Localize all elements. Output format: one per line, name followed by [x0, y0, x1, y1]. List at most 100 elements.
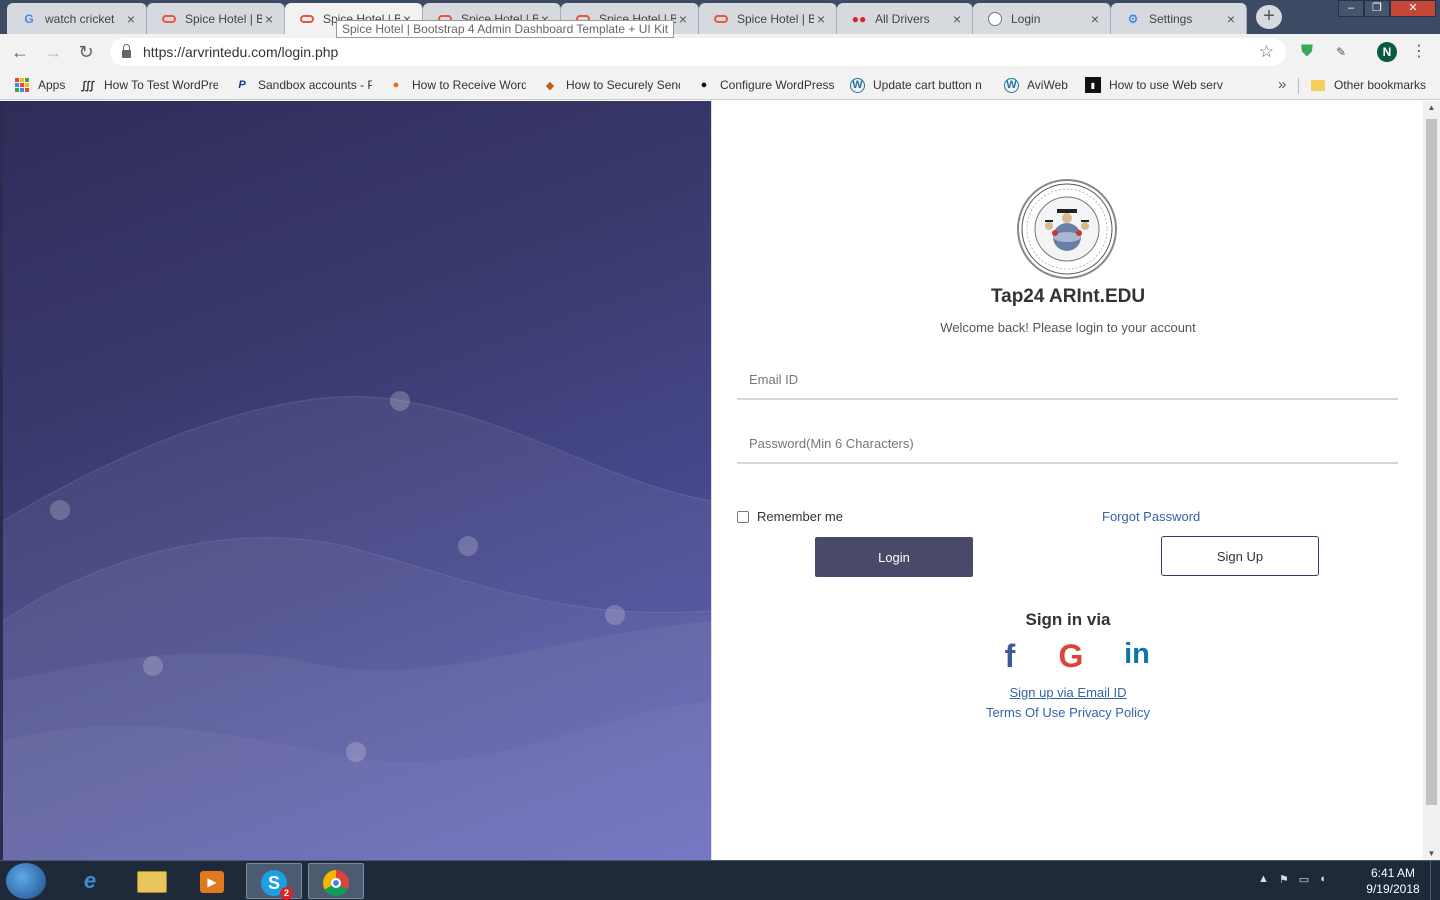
bookmark-update-cart[interactable]: W Update cart button n [850, 76, 988, 94]
welcome-text: Welcome back! Please login to your accou… [940, 320, 1196, 335]
fox-icon: ◆ [545, 79, 555, 92]
sign-up-button[interactable]: Sign Up [1161, 536, 1319, 576]
clock-time: 6:41 AM [1370, 866, 1416, 880]
google-icon[interactable]: G [1055, 638, 1087, 674]
password-field[interactable] [737, 424, 1398, 464]
github-icon: ● [700, 79, 708, 91]
extension-icon[interactable]: ✎ [1332, 43, 1350, 61]
notification-badge: 2 [280, 887, 293, 900]
file-explorer-icon[interactable] [124, 863, 180, 899]
tab-all-drivers[interactable]: ●● All Drivers × [837, 3, 973, 34]
logo [1017, 179, 1117, 279]
close-icon[interactable]: × [1088, 12, 1102, 26]
sign-up-via-email-link[interactable]: Sign up via Email ID [712, 685, 1424, 700]
bookmark-label: Update cart button n [873, 78, 982, 92]
bookmarks-bar: Apps ∭ How To Test WordPre P Sandbox acc… [0, 70, 1440, 100]
volume-icon[interactable]: ◖ [1319, 873, 1326, 886]
checkbox-icon[interactable] [737, 510, 749, 523]
new-tab-button[interactable]: + [1256, 5, 1282, 29]
hero-background [3, 101, 711, 860]
bookmark-label: AviWeb [1027, 78, 1068, 92]
forgot-password-link[interactable]: Forgot Password [1102, 509, 1200, 524]
maximize-button[interactable]: ❐ [1364, 0, 1390, 17]
minimize-button[interactable]: – [1338, 0, 1364, 17]
facebook-icon[interactable]: f [999, 638, 1021, 674]
system-tray: ▲ ⚑ ▭ ◖ [1258, 873, 1326, 886]
bookmark-aviweb[interactable]: W AviWeb [1004, 76, 1074, 94]
show-hidden-icons-icon[interactable]: ▲ [1258, 873, 1269, 886]
tab-watch-cricket[interactable]: G watch cricket × [7, 3, 147, 34]
bookmark-star-icon[interactable]: ☆ [1259, 42, 1274, 62]
clock[interactable]: 6:41 AM 9/19/2018 [1358, 865, 1428, 897]
tab-title: All Drivers [875, 11, 930, 26]
bookmark-sandbox-accounts[interactable]: P Sandbox accounts - P [234, 76, 372, 94]
remember-me-label: Remember me [757, 509, 843, 524]
close-icon[interactable]: × [814, 12, 828, 26]
shield-extension-icon[interactable]: ⛊ [1298, 43, 1316, 61]
terms-privacy-links[interactable]: Terms Of Use Privacy Policy [712, 705, 1424, 720]
spice-icon [299, 11, 315, 27]
scroll-down-icon[interactable]: ▼ [1423, 849, 1440, 858]
linkedin-icon[interactable]: in [1120, 638, 1154, 674]
login-panel: Tap24 ARInt.EDU Welcome back! Please log… [711, 101, 1423, 860]
page-content: Tap24 ARInt.EDU Welcome back! Please log… [0, 101, 1440, 860]
media-player-icon[interactable]: ▶ [184, 863, 240, 899]
bookmark-label: Sandbox accounts - P [258, 78, 372, 92]
close-icon[interactable]: × [1224, 12, 1238, 26]
scrollbar-thumb[interactable] [1426, 119, 1437, 805]
other-bookmarks[interactable]: Other bookmarks [1310, 76, 1438, 94]
tab-login[interactable]: Login × [973, 3, 1111, 34]
wave-decoration [3, 391, 711, 860]
tab-spice-hotel-5[interactable]: Spice Hotel | Bo × [699, 3, 837, 34]
reload-button[interactable]: ↻ [73, 39, 99, 65]
bookmark-apps[interactable]: Apps [14, 76, 74, 94]
bookmark-securely-send[interactable]: ◆ How to Securely Send [542, 76, 680, 94]
close-icon[interactable]: × [124, 12, 138, 26]
bookmark-label: How To Test WordPre [104, 78, 218, 92]
drivers-icon: ●● [851, 11, 867, 26]
bookmark-test-wordpress[interactable]: ∭ How To Test WordPre [80, 76, 218, 94]
close-icon[interactable]: × [950, 12, 964, 26]
bookmark-receive-word[interactable]: ● How to Receive Word [388, 76, 526, 94]
internet-explorer-icon[interactable]: e [62, 863, 118, 899]
scroll-up-icon[interactable]: ▲ [1423, 103, 1440, 112]
login-button[interactable]: Login [815, 537, 973, 577]
close-icon[interactable]: × [676, 12, 690, 26]
scrollbar[interactable]: ▲ ▼ [1423, 101, 1440, 860]
action-center-flag-icon[interactable]: ⚑ [1279, 873, 1289, 886]
bookmark-configure-wordpress[interactable]: ● Configure WordPress [696, 76, 834, 94]
wordpress-icon: W [1004, 77, 1019, 93]
tab-spice-hotel-1[interactable]: Spice Hotel | Bo × [147, 3, 285, 34]
network-icon[interactable]: ▭ [1299, 873, 1309, 886]
email-field[interactable] [737, 360, 1398, 400]
windows-taskbar: e ▶ S 2 ▲ ⚑ ▭ ◖ 6:41 AM 9/19/2018 [0, 860, 1440, 900]
bookmark-label: How to Receive Word [412, 78, 526, 92]
google-icon: G [24, 11, 34, 26]
folder-icon [1310, 77, 1326, 93]
profile-avatar[interactable]: N [1377, 42, 1397, 62]
apps-grid-icon [14, 77, 30, 93]
school-seal-icon [1021, 183, 1113, 275]
skype-icon[interactable]: S 2 [246, 863, 302, 900]
orange-site-icon: ● [392, 79, 400, 91]
bookmark-web-services[interactable]: ▮ How to use Web serv [1085, 76, 1223, 94]
address-bar[interactable]: https://arvrintedu.com/login.php ☆ [110, 38, 1286, 66]
start-button[interactable] [6, 863, 46, 899]
forward-button[interactable]: → [40, 39, 66, 65]
close-icon[interactable]: × [262, 12, 276, 26]
chrome-icon[interactable] [308, 863, 364, 899]
menu-icon[interactable]: ⋮ [1410, 43, 1428, 61]
bookmark-label: Configure WordPress [720, 78, 834, 92]
chevron-double-right-icon[interactable]: » [1278, 76, 1286, 93]
spice-icon [161, 11, 177, 27]
back-button[interactable]: ← [7, 39, 33, 65]
bookmark-label: How to use Web serv [1109, 78, 1223, 92]
tab-settings[interactable]: ⚙ Settings × [1111, 3, 1247, 34]
show-desktop-button[interactable] [1430, 861, 1440, 900]
gear-icon: ⚙ [1127, 11, 1139, 26]
close-window-button[interactable]: ✕ [1390, 0, 1436, 17]
window-controls: – ❐ ✕ [1338, 0, 1436, 17]
url-text[interactable]: https://arvrintedu.com/login.php [143, 44, 1259, 60]
wave-icon: ∭ [80, 79, 96, 92]
remember-me-checkbox[interactable]: Remember me [737, 509, 843, 524]
